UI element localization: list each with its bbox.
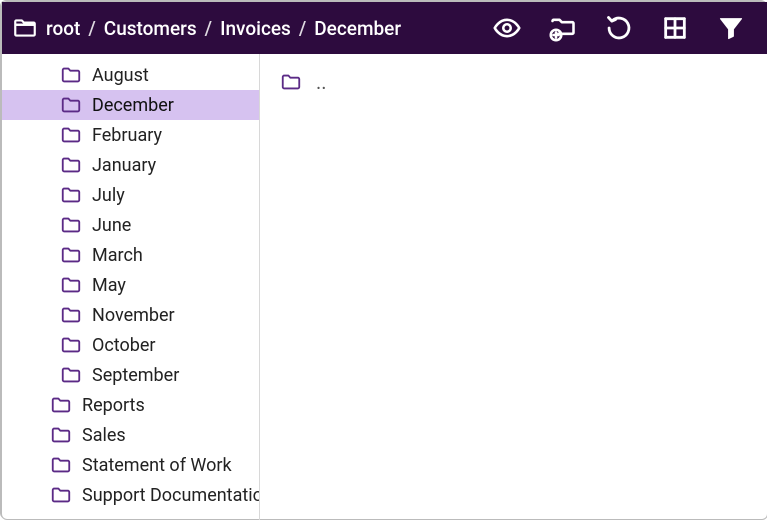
folder-icon — [280, 71, 302, 93]
tree-item[interactable]: July — [2, 180, 259, 210]
tree-item[interactable]: December — [2, 90, 259, 120]
tree-item[interactable]: May — [2, 270, 259, 300]
tree-item-label: January — [92, 155, 156, 176]
tree-item-label: Statement of Work — [82, 455, 232, 476]
breadcrumb-separator: / — [205, 17, 212, 40]
breadcrumb: root / Customers / Invoices / December — [46, 17, 491, 40]
tree-item-label: May — [92, 275, 126, 296]
tree-item[interactable]: August — [2, 60, 259, 90]
folder-icon — [60, 304, 82, 326]
tree-item[interactable]: September — [2, 360, 259, 390]
filter-icon[interactable] — [715, 12, 747, 44]
tree-item[interactable]: June — [2, 210, 259, 240]
main-area: August December February January July June Mar… — [2, 54, 767, 520]
sidebar[interactable]: August December February January July June Mar… — [2, 54, 260, 520]
tree-item-label: October — [92, 335, 156, 356]
folder-icon — [60, 214, 82, 236]
tree-item[interactable]: November — [2, 300, 259, 330]
tree-item-label: February — [92, 125, 162, 146]
parent-folder-label: .. — [316, 70, 327, 94]
refresh-icon[interactable] — [603, 12, 635, 44]
tree-item[interactable]: Statement of Work — [2, 450, 259, 480]
folder-icon — [60, 94, 82, 116]
tree-item-label: November — [92, 305, 175, 326]
grid-view-icon[interactable] — [659, 12, 691, 44]
toolbar: root / Customers / Invoices / December — [2, 2, 767, 54]
folder-icon — [60, 64, 82, 86]
tree-item[interactable]: Support Documentation — [2, 480, 259, 510]
breadcrumb-december[interactable]: December — [314, 17, 401, 40]
tree-item[interactable]: Reports — [2, 390, 259, 420]
tree-item[interactable]: October — [2, 330, 259, 360]
breadcrumb-separator: / — [299, 17, 306, 40]
tree-item-label: July — [92, 185, 125, 206]
folder-icon — [60, 274, 82, 296]
tree-item-label: August — [92, 65, 149, 86]
folder-icon — [60, 154, 82, 176]
tree-item-label: Sales — [82, 425, 126, 446]
folder-icon — [60, 334, 82, 356]
tree-item[interactable]: February — [2, 120, 259, 150]
new-folder-icon[interactable] — [547, 12, 579, 44]
root-folder-icon[interactable] — [12, 15, 38, 41]
folder-icon — [60, 244, 82, 266]
folder-icon — [60, 364, 82, 386]
folder-tree: August December February January July June Mar… — [2, 54, 259, 520]
folder-icon — [50, 454, 72, 476]
toolbar-actions — [491, 12, 757, 44]
breadcrumb-root[interactable]: root — [46, 17, 80, 40]
folder-icon — [60, 184, 82, 206]
tree-item-label: June — [92, 215, 131, 236]
folder-icon — [50, 484, 72, 506]
tree-item-label: December — [92, 95, 174, 116]
folder-icon — [50, 394, 72, 416]
tree-item[interactable]: March — [2, 240, 259, 270]
tree-item[interactable]: Sales — [2, 420, 259, 450]
preview-icon[interactable] — [491, 12, 523, 44]
parent-folder-row[interactable]: .. — [280, 68, 747, 96]
tree-item-label: Support Documentation — [82, 485, 259, 506]
folder-icon — [50, 424, 72, 446]
tree-item[interactable]: January — [2, 150, 259, 180]
breadcrumb-customers[interactable]: Customers — [104, 17, 197, 40]
tree-item-label: Reports — [82, 395, 145, 416]
folder-icon — [60, 124, 82, 146]
tree-item-label: September — [92, 365, 179, 386]
content-pane[interactable]: .. — [260, 54, 767, 520]
tree-item-label: March — [92, 245, 143, 266]
breadcrumb-invoices[interactable]: Invoices — [220, 17, 291, 40]
breadcrumb-separator: / — [88, 17, 95, 40]
